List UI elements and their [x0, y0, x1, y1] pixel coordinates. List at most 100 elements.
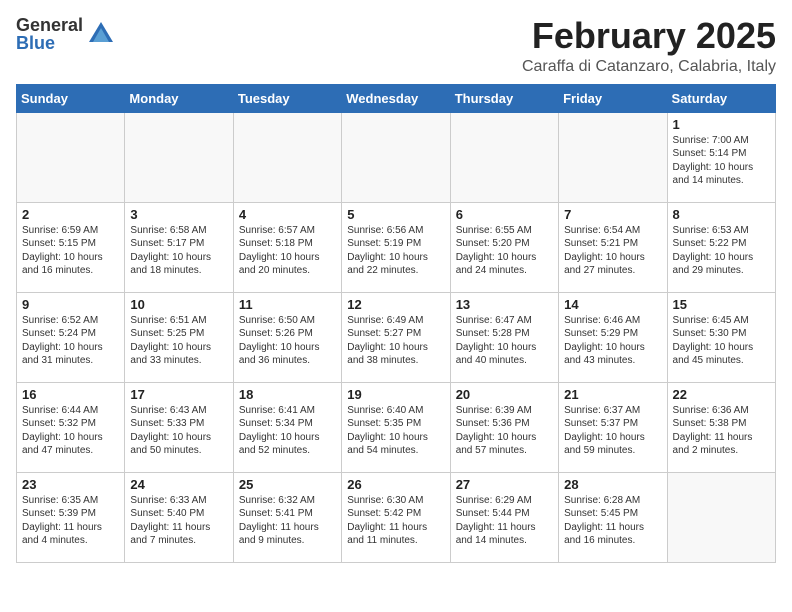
calendar-cell: 6 Sunrise: 6:55 AM Sunset: 5:20 PM Daylig… [450, 202, 558, 292]
weekday-header-row: SundayMondayTuesdayWednesdayThursdayFrid… [17, 84, 776, 112]
day-number: 18 [239, 387, 336, 402]
calendar-cell: 19 Sunrise: 6:40 AM Sunset: 5:35 PM Dayli… [342, 382, 450, 472]
day-info: Sunrise: 6:52 AM Sunset: 5:24 PM Dayligh… [22, 314, 119, 368]
day-info: Sunrise: 6:50 AM Sunset: 5:26 PM Dayligh… [239, 314, 336, 368]
calendar-cell [342, 112, 450, 202]
day-info: Sunrise: 6:33 AM Sunset: 5:40 PM Dayligh… [130, 494, 227, 548]
day-info: Sunrise: 6:40 AM Sunset: 5:35 PM Dayligh… [347, 404, 444, 458]
calendar-cell [125, 112, 233, 202]
calendar-cell [450, 112, 558, 202]
day-info: Sunrise: 6:56 AM Sunset: 5:19 PM Dayligh… [347, 224, 444, 278]
day-info: Sunrise: 6:47 AM Sunset: 5:28 PM Dayligh… [456, 314, 553, 368]
day-info: Sunrise: 6:45 AM Sunset: 5:30 PM Dayligh… [673, 314, 770, 368]
day-number: 12 [347, 297, 444, 312]
day-number: 6 [456, 207, 553, 222]
day-info: Sunrise: 6:35 AM Sunset: 5:39 PM Dayligh… [22, 494, 119, 548]
day-info: Sunrise: 6:29 AM Sunset: 5:44 PM Dayligh… [456, 494, 553, 548]
calendar-cell: 13 Sunrise: 6:47 AM Sunset: 5:28 PM Dayli… [450, 292, 558, 382]
calendar-cell: 8 Sunrise: 6:53 AM Sunset: 5:22 PM Daylig… [667, 202, 775, 292]
day-number: 5 [347, 207, 444, 222]
day-number: 1 [673, 117, 770, 132]
day-info: Sunrise: 7:00 AM Sunset: 5:14 PM Dayligh… [673, 134, 770, 188]
day-number: 7 [564, 207, 661, 222]
calendar-cell: 16Sunrise: 6:44 AM Sunset: 5:32 PM Dayli… [17, 382, 125, 472]
day-number: 4 [239, 207, 336, 222]
day-number: 2 [22, 207, 119, 222]
week-row-5: 23 Sunrise: 6:35 AM Sunset: 5:39 PM Dayli… [17, 472, 776, 562]
day-number: 28 [564, 477, 661, 492]
day-number: 21 [564, 387, 661, 402]
day-number: 17 [130, 387, 227, 402]
logo: General Blue [16, 16, 115, 52]
day-number: 13 [456, 297, 553, 312]
calendar-cell: 9Sunrise: 6:52 AM Sunset: 5:24 PM Daylig… [17, 292, 125, 382]
calendar-cell: 28 Sunrise: 6:28 AM Sunset: 5:45 PM Dayli… [559, 472, 667, 562]
day-info: Sunrise: 6:53 AM Sunset: 5:22 PM Dayligh… [673, 224, 770, 278]
day-number: 11 [239, 297, 336, 312]
calendar-cell: 25 Sunrise: 6:32 AM Sunset: 5:41 PM Dayli… [233, 472, 341, 562]
page-header: General Blue February 2025 Caraffa di Ca… [16, 16, 776, 76]
day-info: Sunrise: 6:44 AM Sunset: 5:32 PM Dayligh… [22, 404, 119, 458]
month-title: February 2025 [522, 16, 776, 56]
logo-general: General [16, 16, 83, 34]
calendar-cell: 21Sunrise: 6:37 AM Sunset: 5:37 PM Dayli… [559, 382, 667, 472]
day-info: Sunrise: 6:39 AM Sunset: 5:36 PM Dayligh… [456, 404, 553, 458]
day-number: 3 [130, 207, 227, 222]
week-row-4: 16Sunrise: 6:44 AM Sunset: 5:32 PM Dayli… [17, 382, 776, 472]
weekday-header-sunday: Sunday [17, 84, 125, 112]
calendar-cell [17, 112, 125, 202]
calendar-cell: 22 Sunrise: 6:36 AM Sunset: 5:38 PM Dayli… [667, 382, 775, 472]
weekday-header-thursday: Thursday [450, 84, 558, 112]
title-block: February 2025 Caraffa di Catanzaro, Cala… [522, 16, 776, 76]
day-number: 8 [673, 207, 770, 222]
week-row-2: 2 Sunrise: 6:59 AM Sunset: 5:15 PM Daylig… [17, 202, 776, 292]
calendar-cell: 4 Sunrise: 6:57 AM Sunset: 5:18 PM Daylig… [233, 202, 341, 292]
calendar-cell: 2 Sunrise: 6:59 AM Sunset: 5:15 PM Daylig… [17, 202, 125, 292]
calendar-cell: 23 Sunrise: 6:35 AM Sunset: 5:39 PM Dayli… [17, 472, 125, 562]
calendar-cell: 7 Sunrise: 6:54 AM Sunset: 5:21 PM Daylig… [559, 202, 667, 292]
day-info: Sunrise: 6:51 AM Sunset: 5:25 PM Dayligh… [130, 314, 227, 368]
calendar-cell: 17Sunrise: 6:43 AM Sunset: 5:33 PM Dayli… [125, 382, 233, 472]
day-info: Sunrise: 6:49 AM Sunset: 5:27 PM Dayligh… [347, 314, 444, 368]
day-number: 10 [130, 297, 227, 312]
weekday-header-wednesday: Wednesday [342, 84, 450, 112]
day-number: 19 [347, 387, 444, 402]
day-info: Sunrise: 6:55 AM Sunset: 5:20 PM Dayligh… [456, 224, 553, 278]
calendar-cell: 18 Sunrise: 6:41 AM Sunset: 5:34 PM Dayli… [233, 382, 341, 472]
calendar-cell: 10 Sunrise: 6:51 AM Sunset: 5:25 PM Dayli… [125, 292, 233, 382]
day-number: 24 [130, 477, 227, 492]
week-row-1: 1 Sunrise: 7:00 AM Sunset: 5:14 PM Daylig… [17, 112, 776, 202]
day-info: Sunrise: 6:36 AM Sunset: 5:38 PM Dayligh… [673, 404, 770, 458]
calendar-cell: 27 Sunrise: 6:29 AM Sunset: 5:44 PM Dayli… [450, 472, 558, 562]
calendar-cell [559, 112, 667, 202]
day-info: Sunrise: 6:54 AM Sunset: 5:21 PM Dayligh… [564, 224, 661, 278]
day-number: 27 [456, 477, 553, 492]
weekday-header-monday: Monday [125, 84, 233, 112]
day-number: 14 [564, 297, 661, 312]
calendar-cell: 26Sunrise: 6:30 AM Sunset: 5:42 PM Dayli… [342, 472, 450, 562]
day-number: 26 [347, 477, 444, 492]
day-info: Sunrise: 6:58 AM Sunset: 5:17 PM Dayligh… [130, 224, 227, 278]
calendar-table: SundayMondayTuesdayWednesdayThursdayFrid… [16, 84, 776, 563]
logo-icon [87, 20, 115, 48]
calendar-cell: 24 Sunrise: 6:33 AM Sunset: 5:40 PM Dayli… [125, 472, 233, 562]
day-info: Sunrise: 6:59 AM Sunset: 5:15 PM Dayligh… [22, 224, 119, 278]
day-info: Sunrise: 6:41 AM Sunset: 5:34 PM Dayligh… [239, 404, 336, 458]
calendar-cell [667, 472, 775, 562]
day-info: Sunrise: 6:28 AM Sunset: 5:45 PM Dayligh… [564, 494, 661, 548]
logo-blue: Blue [16, 34, 83, 52]
day-number: 25 [239, 477, 336, 492]
weekday-header-saturday: Saturday [667, 84, 775, 112]
calendar-cell: 20Sunrise: 6:39 AM Sunset: 5:36 PM Dayli… [450, 382, 558, 472]
calendar-cell: 3 Sunrise: 6:58 AM Sunset: 5:17 PM Daylig… [125, 202, 233, 292]
day-info: Sunrise: 6:57 AM Sunset: 5:18 PM Dayligh… [239, 224, 336, 278]
day-info: Sunrise: 6:32 AM Sunset: 5:41 PM Dayligh… [239, 494, 336, 548]
day-info: Sunrise: 6:46 AM Sunset: 5:29 PM Dayligh… [564, 314, 661, 368]
day-number: 15 [673, 297, 770, 312]
calendar-cell: 11 Sunrise: 6:50 AM Sunset: 5:26 PM Dayli… [233, 292, 341, 382]
calendar-cell: 1 Sunrise: 7:00 AM Sunset: 5:14 PM Daylig… [667, 112, 775, 202]
day-number: 23 [22, 477, 119, 492]
day-number: 22 [673, 387, 770, 402]
calendar-cell: 14 Sunrise: 6:46 AM Sunset: 5:29 PM Dayli… [559, 292, 667, 382]
weekday-header-friday: Friday [559, 84, 667, 112]
